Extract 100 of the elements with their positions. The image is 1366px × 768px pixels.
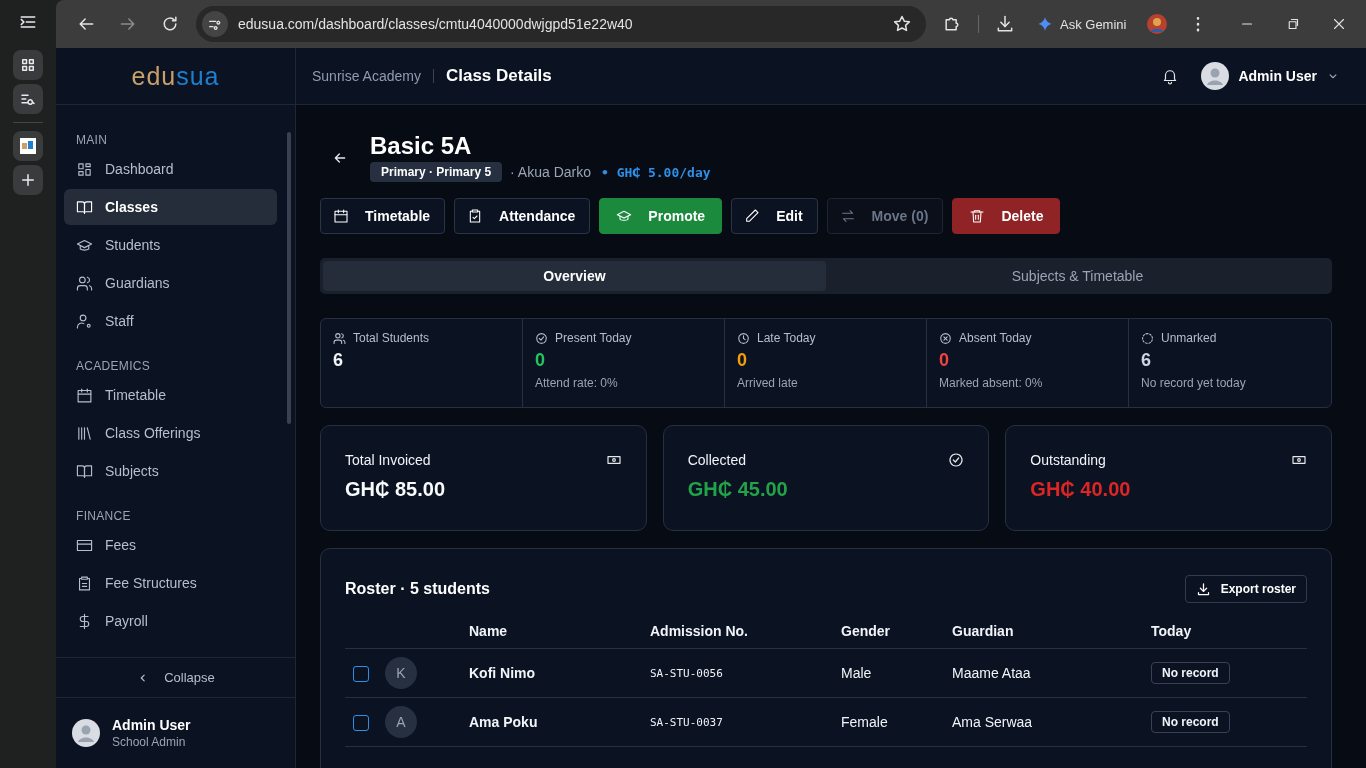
user-avatar	[1201, 62, 1230, 90]
stat-value: 6	[333, 350, 344, 371]
table-cell-text: Ama Serwaa	[952, 714, 1034, 730]
level-badge: Primary · Primary 5	[370, 162, 503, 182]
search-tabs-button[interactable]	[13, 84, 43, 114]
clipboard-icon	[76, 574, 93, 592]
sidebar-item[interactable]: Students	[64, 227, 277, 263]
action-button[interactable]: Promote	[599, 198, 723, 234]
people-icon	[76, 274, 93, 292]
column-header: Guardian	[952, 622, 1015, 639]
sidebar-item[interactable]: Payroll	[64, 603, 277, 639]
user-role: School Admin	[112, 735, 187, 749]
table-cell-text: SA-STU-0056	[650, 666, 724, 680]
books-icon	[76, 424, 93, 442]
stat-note: Arrived late	[737, 376, 799, 390]
sidebar-item[interactable]: Guardians	[64, 265, 277, 301]
address-bar[interactable]: edusua.com/dashboard/classes/cmtu4040000dwjgpd51e22w40	[196, 6, 926, 42]
edusua-logo[interactable]: edusua	[56, 48, 295, 105]
grid-icon	[19, 56, 37, 74]
stat-value: 0	[737, 350, 748, 371]
sidebar-item[interactable]: Dashboard	[64, 151, 277, 187]
student-initial-avatar: A	[385, 706, 417, 738]
download-icon[interactable]	[995, 14, 1015, 34]
row-checkbox[interactable]	[353, 665, 369, 682]
daily-fee: • GH₵ 5.00/day	[601, 164, 711, 180]
action-button[interactable]: Attendance	[454, 198, 591, 234]
finance-amount: GH₵ 85.00	[345, 478, 447, 501]
user-menu[interactable]: Admin User	[1201, 62, 1340, 90]
collapse-button[interactable]: Collapse	[56, 657, 295, 698]
column-header: Gender	[841, 622, 891, 639]
table-cell-text: Male	[841, 665, 873, 681]
finance-label: Outstanding	[1030, 452, 1106, 468]
stat-note: Marked absent: 0%	[939, 376, 1044, 390]
download-icon	[1195, 581, 1211, 597]
column-header: Today	[1151, 622, 1193, 639]
sidebar-item[interactable]: Fee Structures	[64, 565, 277, 601]
stat-note: No record yet today	[1141, 376, 1247, 390]
person-gear-icon	[76, 312, 93, 330]
stat-note: Attend rate: 0%	[535, 376, 619, 390]
page-title: Class Details	[445, 66, 552, 86]
book-icon	[76, 462, 93, 480]
column-header: Admission No.	[650, 622, 749, 639]
table-cell-text: Kofi Nimo	[469, 665, 537, 681]
user-avatar	[72, 719, 100, 747]
table-cell-text: Female	[841, 714, 889, 730]
sidebar-item[interactable]: Timetable	[64, 377, 277, 413]
calendar-icon	[76, 386, 93, 404]
finance-amount: GH₵ 40.00	[1030, 478, 1132, 501]
table-cell-text: Maame Ataa	[952, 665, 1032, 681]
finance-label: Total Invoiced	[345, 452, 431, 468]
user-name: Admin User	[112, 717, 191, 733]
tab[interactable]: Overview	[323, 261, 826, 291]
apps-button[interactable]	[13, 50, 43, 80]
stat-label: Absent Today	[959, 331, 1032, 345]
section-title: FINANCE	[75, 508, 132, 525]
back-arrow-icon[interactable]	[332, 150, 348, 166]
row-checkbox[interactable]	[353, 714, 369, 731]
book-icon	[76, 198, 93, 216]
sidebar-item[interactable]: Fees	[64, 527, 277, 563]
finance-amount: GH₵ 45.00	[687, 478, 789, 501]
graduation-cap-icon	[616, 208, 633, 224]
profile-avatar[interactable]	[1146, 13, 1169, 35]
table-cell-text: Ama Poku	[469, 714, 539, 730]
trash-icon	[969, 208, 986, 224]
export-roster-button[interactable]: Export roster	[1184, 575, 1307, 603]
stat-label: Present Today	[555, 331, 632, 345]
stat-value: 0	[535, 350, 546, 371]
school-name: Sunrise Academy	[312, 68, 421, 84]
table-cell-text: SA-STU-0037	[650, 715, 724, 729]
roster-title: Roster · 5 students	[345, 580, 490, 598]
stat-label: Late Today	[757, 331, 816, 345]
site-settings-icon[interactable]	[202, 11, 228, 37]
teacher-name: · Akua Darko	[510, 164, 591, 180]
sidebar-item[interactable]: Subjects	[64, 453, 277, 489]
section-title: MAIN	[75, 132, 109, 149]
stat-value: 6	[1141, 350, 1152, 371]
site-favicon-icon	[18, 136, 38, 156]
scrollbar[interactable]	[287, 132, 291, 424]
sidebar-item[interactable]: Classes	[64, 189, 277, 225]
student-initial-avatar: K	[385, 657, 417, 689]
status-tag: No record	[1151, 662, 1230, 684]
clock-icon	[737, 331, 750, 345]
finance-label: Collected	[687, 452, 747, 468]
stat-label: Total Students	[353, 331, 430, 345]
status-tag: No record	[1151, 711, 1230, 733]
tab[interactable]: Subjects & Timetable	[826, 261, 1329, 291]
ask-gemini-button[interactable]: Ask Gemini	[1031, 16, 1133, 32]
site-tab[interactable]	[13, 131, 43, 161]
action-button[interactable]: Edit	[731, 198, 818, 234]
stat-value: 0	[939, 350, 950, 371]
dashboard-icon	[76, 160, 93, 178]
bookmark-star-icon[interactable]	[892, 14, 912, 34]
action-button[interactable]: Timetable	[320, 198, 446, 234]
sidebar-item[interactable]: Class Offerings	[64, 415, 277, 451]
new-tab-button[interactable]	[13, 165, 43, 195]
swap-icon	[839, 208, 856, 224]
sidebar-item[interactable]: Staff	[64, 303, 277, 339]
action-button[interactable]: Delete	[952, 198, 1061, 234]
pencil-icon	[744, 208, 761, 224]
calendar-icon	[333, 208, 349, 224]
